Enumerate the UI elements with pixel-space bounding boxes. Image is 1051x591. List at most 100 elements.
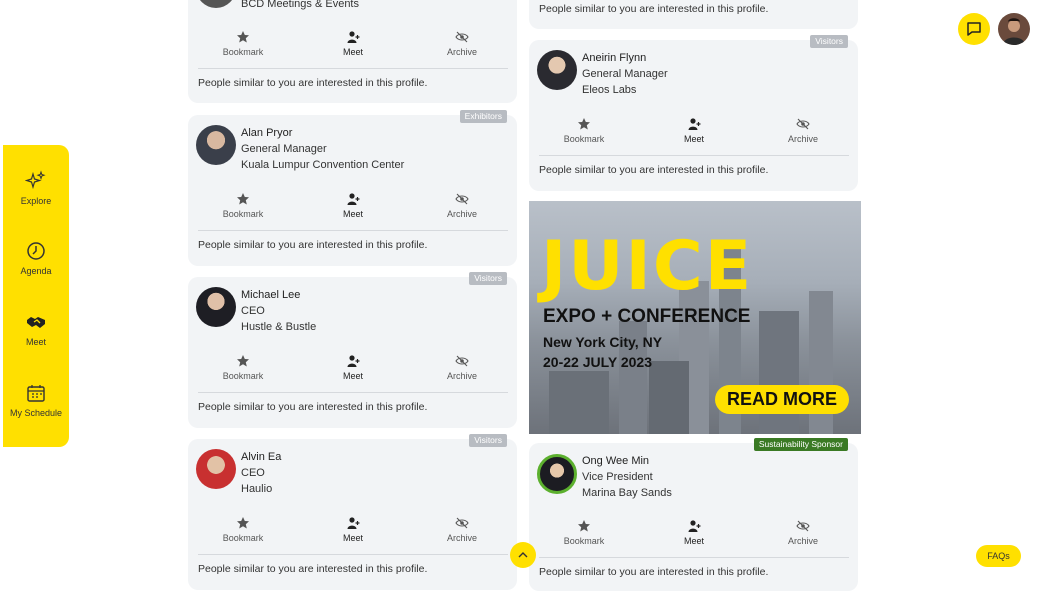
archive-button[interactable]: Archive bbox=[417, 30, 507, 57]
bookmark-button[interactable]: Bookmark bbox=[198, 354, 288, 381]
bookmark-button[interactable]: Bookmark bbox=[198, 192, 288, 219]
archive-button[interactable]: Archive bbox=[417, 192, 507, 219]
profile-card: Visitors Alvin Ea CEO Haulio Bookmark Me… bbox=[188, 434, 517, 590]
bookmark-button[interactable]: Bookmark bbox=[198, 516, 288, 543]
eye-slash-icon bbox=[455, 517, 469, 529]
archive-label: Archive bbox=[446, 209, 477, 219]
profile-card: BCD Meetings & Events Bookmark Meet Arch… bbox=[188, 0, 517, 103]
divider bbox=[198, 68, 508, 69]
profile-name: Ong Wee Min bbox=[582, 455, 650, 467]
archive-button[interactable]: Archive bbox=[758, 519, 848, 546]
eye-slash-icon bbox=[796, 520, 810, 532]
profile-info: Michael Lee CEO Hustle & Bustle bbox=[241, 287, 316, 335]
archive-label: Archive bbox=[787, 536, 818, 546]
handshake-icon bbox=[27, 317, 45, 328]
profile-card: People similar to you are interested in … bbox=[529, 0, 858, 29]
meet-label: Meet bbox=[342, 47, 363, 57]
archive-button[interactable]: Archive bbox=[417, 516, 507, 543]
clock-icon bbox=[27, 242, 45, 260]
profile-company: Marina Bay Sands bbox=[582, 487, 672, 499]
divider bbox=[539, 155, 849, 156]
category-badge: Visitors bbox=[469, 434, 507, 447]
profile-card: Exhibitors Alan Pryor General Manager Ku… bbox=[188, 110, 517, 266]
chat-button[interactable] bbox=[958, 13, 990, 45]
bookmark-button[interactable]: Bookmark bbox=[539, 117, 629, 144]
scroll-to-top-button[interactable] bbox=[510, 542, 536, 568]
profile-title: CEO bbox=[241, 305, 265, 317]
banner-subtitle: EXPO + CONFERENCE bbox=[543, 306, 751, 327]
meet-button[interactable]: Meet bbox=[308, 354, 398, 381]
card-note: People similar to you are interested in … bbox=[539, 3, 769, 15]
add-person-icon bbox=[347, 517, 360, 529]
banner-headline: JUICE bbox=[541, 227, 754, 306]
avatar-image bbox=[1003, 18, 1025, 45]
nav-meet-label: Meet bbox=[25, 337, 46, 347]
banner-dates: 20-22 JULY 2023 bbox=[543, 354, 652, 370]
divider bbox=[198, 230, 508, 231]
eye-slash-icon bbox=[796, 118, 810, 130]
profile-card: Visitors Michael Lee CEO Hustle & Bustle… bbox=[188, 272, 517, 428]
read-more-button[interactable]: READ MORE bbox=[715, 385, 849, 414]
bookmark-label: Bookmark bbox=[222, 371, 264, 381]
divider bbox=[539, 557, 849, 558]
archive-label: Archive bbox=[446, 533, 477, 543]
meet-button[interactable]: Meet bbox=[649, 519, 739, 546]
card-note: People similar to you are interested in … bbox=[198, 401, 428, 413]
profile-name: Michael Lee bbox=[241, 289, 301, 301]
profile-title: General Manager bbox=[241, 143, 327, 155]
chat-bubble-icon bbox=[967, 22, 981, 36]
nav-agenda[interactable]: Agenda bbox=[3, 240, 69, 276]
archive-button[interactable]: Archive bbox=[758, 117, 848, 144]
meet-label: Meet bbox=[342, 209, 363, 219]
meet-label: Meet bbox=[683, 536, 704, 546]
profile-company: BCD Meetings & Events bbox=[241, 0, 359, 10]
bookmark-label: Bookmark bbox=[222, 47, 264, 57]
bookmark-label: Bookmark bbox=[563, 536, 605, 546]
star-icon bbox=[237, 355, 249, 367]
nav-explore-label: Explore bbox=[20, 196, 52, 206]
category-badge: Exhibitors bbox=[459, 110, 507, 123]
meet-button[interactable]: Meet bbox=[308, 30, 398, 57]
eye-slash-icon bbox=[455, 193, 469, 205]
add-person-icon bbox=[688, 520, 701, 532]
profile-photo bbox=[196, 287, 236, 327]
profile-company: Eleos Labs bbox=[582, 84, 637, 96]
star-icon bbox=[237, 31, 249, 43]
archive-label: Archive bbox=[787, 134, 818, 144]
profile-name: Alan Pryor bbox=[241, 127, 293, 139]
category-badge: Sustainability Sponsor bbox=[753, 438, 848, 451]
card-note: People similar to you are interested in … bbox=[539, 566, 769, 578]
bookmark-button[interactable]: Bookmark bbox=[198, 30, 288, 57]
star-icon bbox=[237, 517, 249, 529]
star-icon bbox=[578, 520, 590, 532]
nav-explore[interactable]: Explore bbox=[3, 170, 69, 206]
meet-label: Meet bbox=[342, 533, 363, 543]
nav-my-schedule[interactable]: My Schedule bbox=[3, 382, 69, 418]
nav-agenda-label: Agenda bbox=[20, 266, 52, 276]
meet-button[interactable]: Meet bbox=[308, 516, 398, 543]
meet-button[interactable]: Meet bbox=[308, 192, 398, 219]
event-banner[interactable]: JUICE EXPO + CONFERENCE New York City, N… bbox=[529, 201, 861, 434]
card-actions: Bookmark Meet Archive bbox=[198, 354, 508, 390]
card-note: People similar to you are interested in … bbox=[539, 164, 769, 176]
nav-meet[interactable]: Meet bbox=[3, 311, 69, 347]
profile-title: Vice President bbox=[582, 471, 653, 483]
meet-button[interactable]: Meet bbox=[649, 117, 739, 144]
profile-company: Hustle & Bustle bbox=[241, 321, 317, 333]
faqs-button[interactable]: FAQs bbox=[976, 545, 1021, 567]
side-nav: Explore Agenda Meet My Schedule bbox=[3, 145, 69, 447]
star-icon bbox=[578, 118, 590, 130]
chevron-up-icon bbox=[518, 552, 528, 558]
profile-photo bbox=[537, 50, 577, 90]
user-avatar[interactable] bbox=[998, 13, 1030, 45]
banner-city: New York City, NY bbox=[543, 334, 663, 350]
profile-name: Alvin Ea bbox=[241, 451, 282, 463]
bookmark-label: Bookmark bbox=[222, 209, 264, 219]
profile-photo bbox=[537, 454, 577, 494]
add-person-icon bbox=[347, 193, 360, 205]
archive-button[interactable]: Archive bbox=[417, 354, 507, 381]
bookmark-button[interactable]: Bookmark bbox=[539, 519, 629, 546]
profile-photo bbox=[196, 125, 236, 165]
profile-info: BCD Meetings & Events bbox=[241, 0, 359, 12]
nav-my-schedule-label: My Schedule bbox=[9, 408, 63, 418]
